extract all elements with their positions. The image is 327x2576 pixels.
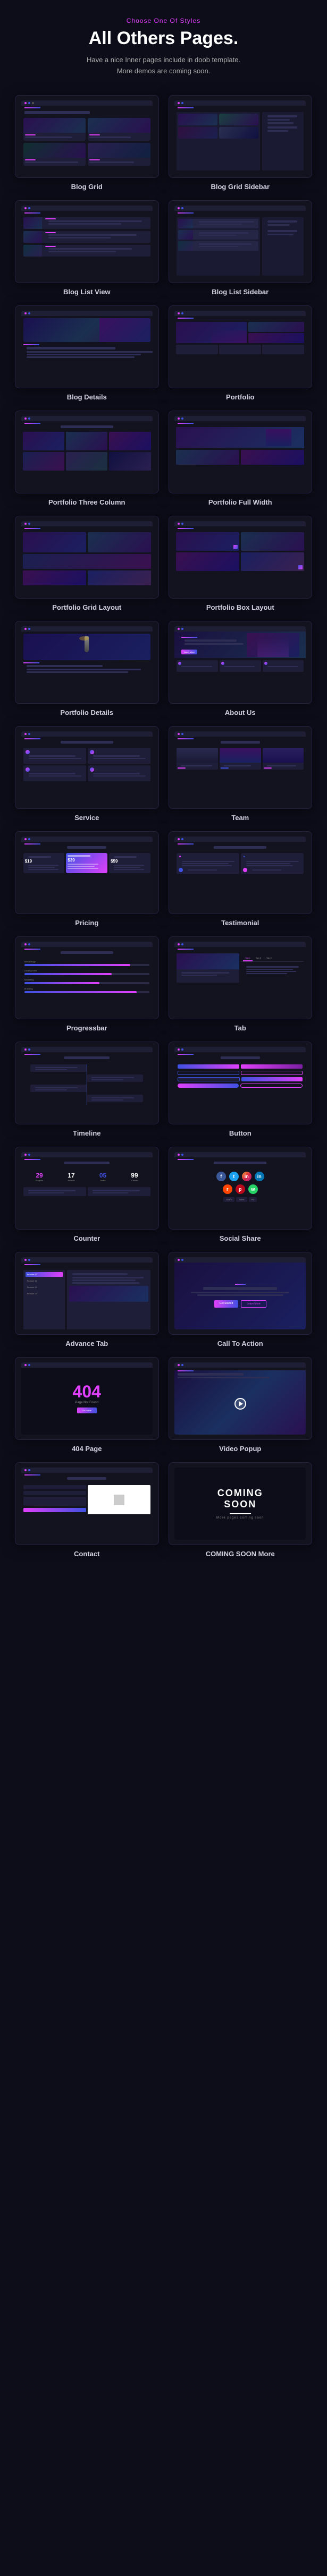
list-item[interactable]: Portfolio Grid Layout bbox=[15, 516, 159, 611]
list-item[interactable]: Button bbox=[169, 1042, 313, 1137]
items-grid: Blog Grid bbox=[0, 90, 327, 1579]
list-item[interactable]: Blog Details bbox=[15, 305, 159, 401]
item-label: Contact bbox=[74, 1550, 99, 1558]
subtitle-line2: More demos are coming soon. bbox=[117, 67, 211, 75]
list-item[interactable]: Team bbox=[169, 726, 313, 822]
list-item[interactable]: Blog List View bbox=[15, 200, 159, 296]
choose-label: Choose One Of Styles bbox=[11, 17, 316, 24]
list-item[interactable]: Learn More bbox=[169, 621, 313, 716]
item-label: Blog Grid Sidebar bbox=[211, 183, 270, 191]
item-label: Advance Tab bbox=[65, 1340, 108, 1347]
list-item[interactable]: 404 Page Not Found Go Home 404 Page bbox=[15, 1357, 159, 1453]
item-label: Blog Grid bbox=[71, 183, 103, 191]
item-label: Button bbox=[229, 1129, 251, 1137]
item-label: About Us bbox=[225, 709, 256, 716]
item-label: COMING SOON More bbox=[206, 1550, 275, 1558]
list-item[interactable]: Web Design Development Marketing bbox=[15, 936, 159, 1032]
item-label: Tab bbox=[234, 1024, 246, 1032]
list-item[interactable]: Timeline bbox=[15, 1042, 159, 1137]
header-section: Choose One Of Styles All Others Pages. H… bbox=[0, 0, 327, 90]
page-wrapper: Choose One Of Styles All Others Pages. H… bbox=[0, 0, 327, 1579]
list-item[interactable]: Portfolio bbox=[169, 305, 313, 401]
item-label: Portfolio Grid Layout bbox=[52, 603, 121, 611]
list-item[interactable]: Portfolio Details bbox=[15, 621, 159, 716]
item-label: Portfolio Details bbox=[60, 709, 113, 716]
subtitle: Have a nice Inner pages include in doob … bbox=[11, 55, 316, 77]
list-item[interactable]: Portfolio Box Layout bbox=[169, 516, 313, 611]
list-item[interactable]: Blog List Sidebar bbox=[169, 200, 313, 296]
item-label: Pricing bbox=[75, 919, 98, 927]
list-item[interactable]: 29 Projects 17 Awards 05 Years bbox=[15, 1147, 159, 1242]
item-label: Video Popup bbox=[219, 1445, 261, 1453]
item-label: Progressbar bbox=[66, 1024, 107, 1032]
list-item[interactable]: Blog Grid Sidebar bbox=[169, 95, 313, 191]
item-label: Portfolio Three Column bbox=[48, 498, 125, 506]
list-item[interactable]: Service bbox=[15, 726, 159, 822]
item-label: Call To Action bbox=[217, 1340, 263, 1347]
item-label: Portfolio Box Layout bbox=[206, 603, 274, 611]
item-label: Portfolio Full Width bbox=[208, 498, 272, 506]
list-item[interactable]: COMING SOON More pages coming soon COMIN… bbox=[169, 1462, 313, 1558]
list-item[interactable]: Tab 1 Tab 2 Tab 3 bbox=[169, 936, 313, 1032]
item-label: Blog List Sidebar bbox=[212, 288, 269, 296]
item-label: Service bbox=[74, 814, 99, 822]
list-item[interactable]: f t in in r p w Share bbox=[169, 1147, 313, 1242]
item-label: Blog Details bbox=[67, 393, 107, 401]
list-item[interactable]: Get Started Learn More Call To Action bbox=[169, 1252, 313, 1347]
list-item[interactable]: ❝ ❝ bbox=[169, 831, 313, 927]
subtitle-line1: Have a nice Inner pages include in doob … bbox=[87, 56, 240, 64]
item-label: 404 Page bbox=[72, 1445, 102, 1453]
item-label: Testimonial bbox=[221, 919, 259, 927]
list-item[interactable]: Video Popup bbox=[169, 1357, 313, 1453]
list-item[interactable]: Feature 01 Feature 02 Feature 03 Feature… bbox=[15, 1252, 159, 1347]
item-label: Portfolio bbox=[226, 393, 254, 401]
item-label: Timeline bbox=[73, 1129, 101, 1137]
item-label: Social Share bbox=[220, 1234, 261, 1242]
item-label: Counter bbox=[73, 1234, 100, 1242]
list-item[interactable]: $19 $39 bbox=[15, 831, 159, 927]
item-label: Blog List View bbox=[63, 288, 111, 296]
main-title: All Others Pages. bbox=[11, 29, 316, 48]
list-item[interactable]: Portfolio Three Column bbox=[15, 411, 159, 506]
list-item[interactable]: Contact bbox=[15, 1462, 159, 1558]
list-item[interactable]: Portfolio Full Width bbox=[169, 411, 313, 506]
list-item[interactable]: Blog Grid bbox=[15, 95, 159, 191]
item-label: Team bbox=[231, 814, 249, 822]
